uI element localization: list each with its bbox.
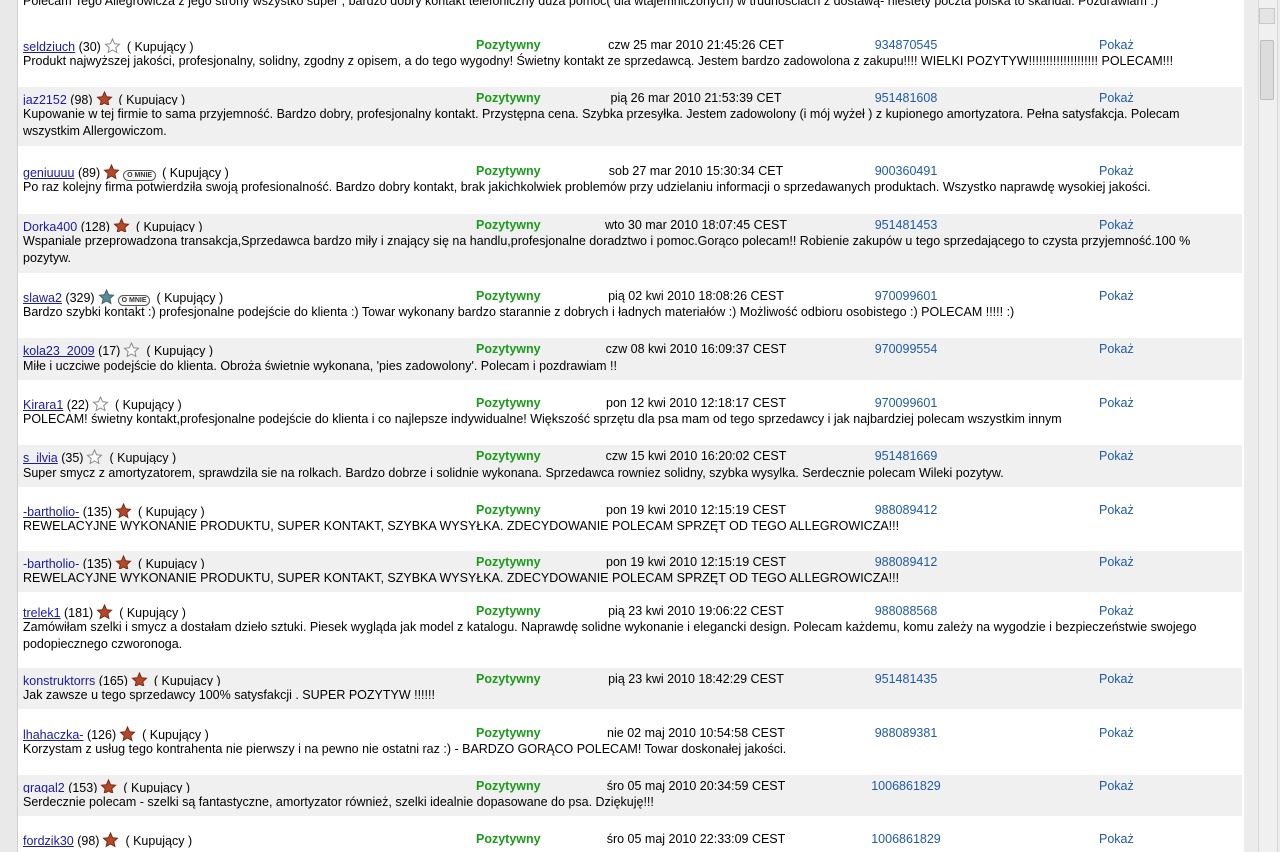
feedback-date: pon 19 kwi 2010 12:15:19 CEST: [606, 555, 786, 569]
auction-number-link[interactable]: 1006861829: [856, 779, 956, 793]
rating-score: (17): [98, 344, 121, 358]
feedback-date: czw 08 kwi 2010 16:09:37 CEST: [605, 342, 787, 356]
show-link[interactable]: Pokaż: [1099, 503, 1134, 517]
auction-number-link[interactable]: 988089412: [856, 503, 956, 517]
feedback-date: czw 15 kwi 2010 16:20:02 CEST: [605, 449, 787, 463]
feedback-list: Polecam Tego Allegrowicza z jego strony …: [18, 0, 1242, 852]
feedback-type: Pozytywny: [476, 218, 541, 232]
show-link[interactable]: Pokaż: [1099, 779, 1134, 793]
auction-number-link[interactable]: 970099601: [856, 396, 956, 410]
auction-number-link[interactable]: 900360491: [856, 164, 956, 178]
auction-number-link[interactable]: 951481435: [856, 672, 956, 686]
feedback-comment: Serdecznie polecam - szelki są fantastyc…: [18, 793, 1242, 816]
show-link[interactable]: Pokaż: [1099, 218, 1134, 232]
feedback-type: Pozytywny: [476, 779, 541, 793]
window-frame-left: [0, 0, 18, 852]
show-link[interactable]: Pokaż: [1099, 555, 1134, 569]
feedback-comment: Produkt najwyższej jakości, profesjonaln…: [23, 54, 1174, 68]
vertical-scrollbar[interactable]: [1258, 0, 1278, 852]
auction-number-link[interactable]: 970099554: [856, 342, 956, 356]
feedback-date: śro 05 maj 2010 20:34:59 CEST: [606, 779, 786, 793]
show-link[interactable]: Pokaż: [1099, 672, 1134, 686]
feedback-date: pią 02 kwi 2010 18:08:26 CEST: [608, 289, 784, 303]
feedback-date: pon 12 kwi 2010 12:18:17 CEST: [606, 396, 786, 410]
auction-number-link[interactable]: 1006861829: [856, 832, 956, 846]
feedback-type: Pozytywny: [476, 289, 541, 303]
auction-number-link[interactable]: 988088568: [856, 604, 956, 618]
auction-number-link[interactable]: 988089412: [856, 555, 956, 569]
rating-score: (35): [61, 451, 84, 465]
feedback-date: czw 25 mar 2010 21:45:26 CET: [608, 38, 784, 52]
show-link[interactable]: Pokaż: [1099, 604, 1134, 618]
feedback-comment: Zamówiłam szelki i smycz a dostałam dzie…: [23, 620, 1197, 651]
scroll-up-arrow-icon[interactable]: [1259, 8, 1275, 24]
feedback-date: pią 23 kwi 2010 18:42:29 CEST: [608, 672, 784, 686]
feedback-date: sob 27 mar 2010 15:30:34 CET: [608, 164, 784, 178]
show-link[interactable]: Pokaż: [1099, 396, 1134, 410]
role-label: ( Kupujący ): [146, 344, 214, 358]
feedback-type: Pozytywny: [476, 38, 541, 52]
feedback-comment: Super smycz z amortyzatorem, sprawdzila …: [18, 464, 1242, 487]
show-link[interactable]: Pokaż: [1099, 342, 1134, 356]
auction-number-link[interactable]: 934870545: [856, 38, 956, 52]
role-label: ( Kupujący ): [109, 451, 177, 465]
show-link[interactable]: Pokaż: [1099, 164, 1134, 178]
show-link[interactable]: Pokaż: [1099, 289, 1134, 303]
username-link[interactable]: kola23_2009: [23, 344, 95, 358]
scrollbar-thumb[interactable]: [1260, 40, 1274, 100]
feedback-comment: Korzystam z usług tego kontrahenta nie p…: [23, 742, 787, 756]
feedback-comment: Po raz kolejny firma potwierdziła swoją …: [23, 180, 1151, 194]
show-link[interactable]: Pokaż: [1099, 91, 1134, 105]
feedback-type: Pozytywny: [476, 91, 541, 105]
feedback-comment: Kupowanie w tej firmie to sama przyjemno…: [18, 105, 1242, 146]
feedback-type: Pozytywny: [476, 726, 541, 740]
auction-number-link[interactable]: 951481453: [856, 218, 956, 232]
feedback-type: Pozytywny: [476, 672, 541, 686]
auction-number-link[interactable]: 951481608: [856, 91, 956, 105]
feedback-comment: Jak zawsze u tego sprzedawcy 100% satysf…: [18, 686, 1242, 709]
feedback-type: Pozytywny: [476, 503, 541, 517]
feedback-comment: REWELACYJNE WYKONANIE PRODUKTU, SUPER KO…: [23, 519, 900, 533]
feedback-date: pon 19 kwi 2010 12:15:19 CEST: [606, 503, 786, 517]
auction-number-link[interactable]: 970099601: [856, 289, 956, 303]
feedback-type: Pozytywny: [476, 449, 541, 463]
feedback-date: nie 02 maj 2010 10:54:58 CEST: [607, 726, 785, 740]
feedback-date: śro 05 maj 2010 22:33:09 CEST: [606, 832, 786, 846]
show-link[interactable]: Pokaż: [1099, 832, 1134, 846]
previous-comment-text: Polecam Tego Allegrowicza z jego strony …: [23, 0, 1159, 8]
auction-number-link[interactable]: 988089381: [856, 726, 956, 740]
feedback-type: Pozytywny: [476, 396, 541, 410]
feedback-date: wto 30 mar 2010 18:07:45 CEST: [604, 218, 788, 232]
auction-number-link[interactable]: 951481669: [856, 449, 956, 463]
username-link[interactable]: s_ilvia: [23, 451, 58, 465]
feedback-type: Pozytywny: [476, 164, 541, 178]
feedback-comment: Bardzo szybki kontakt :) profesjonalne p…: [23, 305, 1015, 319]
feedback-type: Pozytywny: [476, 604, 541, 618]
feedback-date: pią 26 mar 2010 21:53:39 CET: [610, 91, 782, 105]
feedback-comment: REWELACYJNE WYKONANIE PRODUKTU, SUPER KO…: [18, 569, 1242, 592]
feedback-type: Pozytywny: [476, 832, 541, 846]
feedback-comment: POLECAM! świetny kontakt,profesjonalne p…: [23, 412, 1062, 426]
feedback-type: Pozytywny: [476, 342, 541, 356]
feedback-comment: [18, 846, 1242, 852]
feedback-type: Pozytywny: [476, 555, 541, 569]
feedback-date: pią 23 kwi 2010 19:06:22 CEST: [608, 604, 784, 618]
show-link[interactable]: Pokaż: [1099, 449, 1134, 463]
feedback-comment: Wspaniale przeprowadzona transakcja,Sprz…: [18, 232, 1242, 273]
feedback-comment: Miłe i uczciwe podejście do klienta. Obr…: [18, 357, 1242, 380]
show-link[interactable]: Pokaż: [1099, 726, 1134, 740]
show-link[interactable]: Pokaż: [1099, 38, 1134, 52]
